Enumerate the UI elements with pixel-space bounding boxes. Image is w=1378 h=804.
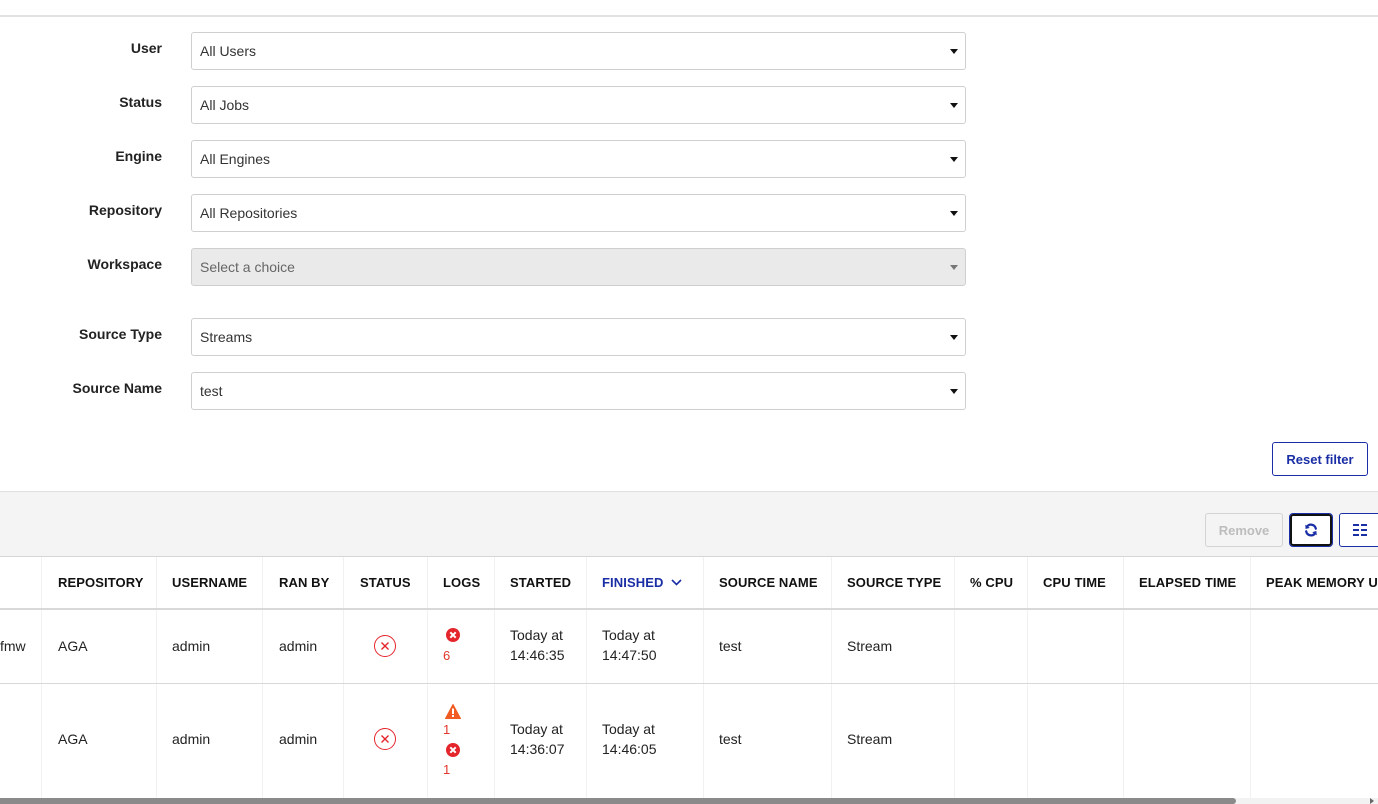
select-value: All Jobs bbox=[200, 97, 250, 113]
reset-filter-button[interactable]: Reset filter bbox=[1272, 442, 1368, 476]
table-toolbar: Remove bbox=[0, 491, 1378, 557]
filter-label: Source Name bbox=[72, 380, 162, 396]
cell-ran-by: admin bbox=[279, 731, 318, 747]
scroll-right-arrow-icon[interactable] bbox=[1370, 798, 1374, 804]
cell-repository: AGA bbox=[58, 731, 88, 747]
filter-workspace: Workspace Select a choice bbox=[0, 248, 980, 286]
warning-log-count[interactable]: 1 bbox=[443, 722, 450, 737]
chevron-down-icon bbox=[671, 579, 683, 586]
cell-source-type: Stream bbox=[847, 731, 893, 747]
filter-label: Engine bbox=[115, 148, 162, 164]
cell-started-date: Today at bbox=[510, 721, 563, 737]
cell-repository: AGA bbox=[58, 638, 88, 654]
select-value: All Repositories bbox=[200, 205, 298, 221]
select-value: Streams bbox=[200, 329, 253, 345]
warning-log-icon[interactable] bbox=[445, 704, 461, 719]
filter-engine: Engine All Engines bbox=[0, 140, 980, 178]
top-divider bbox=[0, 15, 1378, 17]
failed-status-icon bbox=[374, 728, 396, 750]
error-log-count[interactable]: 1 bbox=[443, 762, 450, 777]
column-header-peak-memory[interactable]: PEAK MEMORY U bbox=[1266, 575, 1378, 590]
columns-icon bbox=[1353, 524, 1367, 536]
filter-label: Repository bbox=[88, 202, 162, 218]
column-header-ran-by[interactable]: RAN BY bbox=[279, 575, 329, 590]
select-value: All Engines bbox=[200, 151, 271, 167]
caret-down-icon bbox=[950, 335, 958, 340]
column-header-finished[interactable]: FINISHED bbox=[602, 575, 683, 590]
table-row[interactable]: AGA admin admin 1 1 Today at 14:36:07 To… bbox=[0, 684, 1378, 801]
table-header: REPOSITORY USERNAME RAN BY STATUS LOGS S… bbox=[0, 557, 1378, 610]
cell-source-name: test bbox=[719, 731, 742, 747]
caret-down-icon bbox=[950, 157, 958, 162]
column-header-elapsed-time[interactable]: ELAPSED TIME bbox=[1139, 575, 1236, 590]
cell-finished-date: Today at bbox=[602, 627, 655, 643]
filter-label: Source Type bbox=[79, 326, 162, 342]
workspace-select: Select a choice bbox=[191, 248, 966, 286]
columns-button[interactable] bbox=[1339, 513, 1378, 547]
error-log-icon[interactable] bbox=[446, 628, 460, 642]
refresh-button[interactable] bbox=[1289, 513, 1333, 547]
select-value: test bbox=[200, 383, 223, 399]
select-placeholder: Select a choice bbox=[200, 259, 295, 275]
filter-label: User bbox=[130, 40, 162, 56]
caret-down-icon bbox=[950, 389, 958, 394]
table-row[interactable]: fmw AGA admin admin 6 Today at 14:46:35 … bbox=[0, 610, 1378, 684]
source-type-select[interactable]: Streams bbox=[191, 318, 966, 356]
failed-status-icon bbox=[374, 635, 396, 657]
repository-select[interactable]: All Repositories bbox=[191, 194, 966, 232]
status-select[interactable]: All Jobs bbox=[191, 86, 966, 124]
caret-down-icon bbox=[950, 103, 958, 108]
column-header-cpu-time[interactable]: CPU TIME bbox=[1043, 575, 1106, 590]
refresh-icon bbox=[1305, 523, 1317, 537]
cell-finished-time: 14:46:05 bbox=[602, 741, 657, 757]
error-log-count[interactable]: 6 bbox=[443, 648, 450, 663]
user-select[interactable]: All Users bbox=[191, 32, 966, 70]
column-header-username[interactable]: USERNAME bbox=[172, 575, 247, 590]
filter-status: Status All Jobs bbox=[0, 86, 980, 124]
source-name-select[interactable]: test bbox=[191, 372, 966, 410]
column-header-cpu-percent[interactable]: % CPU bbox=[970, 575, 1013, 590]
engine-select[interactable]: All Engines bbox=[191, 140, 966, 178]
select-value: All Users bbox=[200, 43, 257, 59]
filter-source-type: Source Type Streams bbox=[0, 318, 980, 356]
filter-repository: Repository All Repositories bbox=[0, 194, 980, 232]
column-header-label: FINISHED bbox=[602, 575, 664, 590]
cell-ran-by: admin bbox=[279, 638, 318, 654]
column-header-status[interactable]: STATUS bbox=[360, 575, 411, 590]
column-header-logs[interactable]: LOGS bbox=[443, 575, 480, 590]
error-log-icon[interactable] bbox=[446, 743, 460, 757]
cell-source-name: test bbox=[719, 638, 742, 654]
caret-down-icon bbox=[950, 265, 958, 270]
cell-source-type: Stream bbox=[847, 638, 893, 654]
caret-down-icon bbox=[950, 211, 958, 216]
cell-started-time: 14:36:07 bbox=[510, 741, 565, 757]
horizontal-scrollbar-thumb[interactable] bbox=[0, 798, 1236, 804]
column-header-source-type[interactable]: SOURCE TYPE bbox=[847, 575, 941, 590]
cell-username: admin bbox=[172, 638, 211, 654]
cell-truncated: fmw bbox=[0, 638, 26, 654]
filter-source-name: Source Name test bbox=[0, 372, 980, 410]
cell-finished-date: Today at bbox=[602, 721, 655, 737]
cell-started-date: Today at bbox=[510, 627, 563, 643]
cell-username: admin bbox=[172, 731, 211, 747]
column-header-started[interactable]: STARTED bbox=[510, 575, 571, 590]
cell-finished-time: 14:47:50 bbox=[602, 647, 657, 663]
filter-label: Status bbox=[119, 94, 162, 110]
column-header-repository[interactable]: REPOSITORY bbox=[58, 575, 144, 590]
filter-user: User All Users bbox=[0, 32, 980, 70]
cell-started-time: 14:46:35 bbox=[510, 647, 565, 663]
column-header-source-name[interactable]: SOURCE NAME bbox=[719, 575, 818, 590]
filter-label: Workspace bbox=[87, 256, 162, 272]
caret-down-icon bbox=[950, 49, 958, 54]
remove-button[interactable]: Remove bbox=[1205, 513, 1283, 547]
